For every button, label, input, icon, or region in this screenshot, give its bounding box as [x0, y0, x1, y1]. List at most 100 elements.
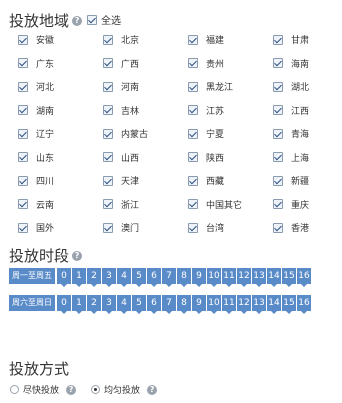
hour-cell[interactable]: 13 — [251, 295, 266, 314]
province-checkbox[interactable]: 广东 — [18, 57, 54, 70]
province-checkbox[interactable]: 福建 — [188, 33, 224, 46]
checkbox-icon[interactable] — [103, 222, 113, 233]
delivery-fast-option[interactable]: 尽快投放 ? — [10, 383, 77, 396]
province-checkbox[interactable]: 江苏 — [188, 104, 224, 117]
hour-cell[interactable]: 14 — [266, 268, 281, 287]
hour-cell[interactable]: 3 — [101, 295, 116, 314]
radio-selected-icon[interactable] — [91, 385, 100, 394]
checkbox-icon[interactable] — [188, 222, 198, 233]
hour-cell[interactable]: 12 — [236, 268, 251, 287]
delivery-even-option[interactable]: 均匀投放 ? — [91, 383, 158, 396]
checkbox-icon[interactable] — [18, 58, 28, 68]
checkbox-icon[interactable] — [273, 222, 283, 233]
province-checkbox[interactable]: 山东 — [18, 151, 54, 164]
checkbox-icon[interactable] — [18, 81, 28, 92]
checkbox-icon[interactable] — [273, 175, 283, 186]
checkbox-icon[interactable] — [18, 199, 28, 209]
hour-cell[interactable]: 11 — [221, 268, 236, 287]
hour-cell[interactable]: 4 — [116, 268, 131, 287]
checkbox-icon[interactable] — [103, 199, 113, 209]
select-all-checkbox[interactable]: 全选 — [87, 12, 121, 27]
province-checkbox[interactable]: 黑龙江 — [188, 80, 233, 93]
checkbox-icon[interactable] — [188, 81, 198, 92]
checkbox-icon[interactable] — [273, 199, 283, 209]
hour-cell[interactable]: 0 — [56, 295, 71, 314]
checkbox-icon[interactable] — [273, 128, 283, 139]
hour-cell[interactable]: 5 — [131, 295, 146, 314]
help-icon[interactable]: ? — [147, 384, 158, 395]
checkbox-icon[interactable] — [18, 222, 28, 233]
hour-cell[interactable]: 6 — [146, 268, 161, 287]
province-checkbox[interactable]: 甘肃 — [273, 33, 309, 46]
checkbox-icon[interactable] — [188, 152, 198, 162]
hour-cell[interactable]: 16 — [296, 268, 311, 287]
hour-cell[interactable]: 16 — [296, 295, 311, 314]
province-checkbox[interactable]: 重庆 — [273, 198, 309, 211]
province-checkbox[interactable]: 陕西 — [188, 151, 224, 164]
province-checkbox[interactable]: 湖北 — [273, 80, 309, 93]
checkbox-icon[interactable] — [103, 128, 113, 139]
hour-cell[interactable]: 8 — [176, 268, 191, 287]
radio-icon[interactable] — [10, 385, 19, 394]
checkbox-icon[interactable] — [18, 34, 28, 45]
weekend-label[interactable]: 周六至周日 — [9, 295, 56, 311]
hour-cell[interactable]: 15 — [281, 295, 296, 314]
checkbox-icon[interactable] — [18, 152, 28, 162]
province-checkbox[interactable]: 辽宁 — [18, 127, 54, 140]
checkbox-icon[interactable] — [103, 175, 113, 186]
checkbox-icon[interactable] — [188, 199, 198, 209]
checkbox-icon[interactable] — [273, 34, 283, 45]
help-icon[interactable]: ? — [72, 250, 83, 261]
province-checkbox[interactable]: 内蒙古 — [103, 127, 148, 140]
province-checkbox[interactable]: 新疆 — [273, 174, 309, 187]
province-checkbox[interactable]: 中国其它 — [188, 198, 242, 211]
checkbox-icon[interactable] — [18, 175, 28, 186]
hour-cell[interactable]: 14 — [266, 295, 281, 314]
hour-cell[interactable]: 11 — [221, 295, 236, 314]
province-checkbox[interactable]: 四川 — [18, 174, 54, 187]
province-checkbox[interactable]: 安徽 — [18, 33, 54, 46]
hour-cell[interactable]: 9 — [191, 268, 206, 287]
hour-cell[interactable]: 1 — [71, 268, 86, 287]
province-checkbox[interactable]: 澳门 — [103, 221, 139, 234]
province-checkbox[interactable]: 海南 — [273, 57, 309, 70]
hour-cell[interactable]: 0 — [56, 268, 71, 287]
checkbox-icon[interactable] — [188, 105, 198, 115]
checkbox-icon[interactable] — [273, 81, 283, 92]
hour-cell[interactable]: 8 — [176, 295, 191, 314]
hour-cell[interactable]: 3 — [101, 268, 116, 287]
hour-cell[interactable]: 5 — [131, 268, 146, 287]
help-icon[interactable]: ? — [72, 15, 83, 26]
hour-cell[interactable]: 9 — [191, 295, 206, 314]
province-checkbox[interactable]: 广西 — [103, 57, 139, 70]
province-checkbox[interactable]: 江西 — [273, 104, 309, 117]
checkbox-icon[interactable] — [273, 152, 283, 162]
province-checkbox[interactable]: 湖南 — [18, 104, 54, 117]
province-checkbox[interactable]: 山西 — [103, 151, 139, 164]
help-icon[interactable]: ? — [66, 384, 77, 395]
province-checkbox[interactable]: 贵州 — [188, 57, 224, 70]
checkbox-icon[interactable] — [188, 34, 198, 45]
hour-cell[interactable]: 2 — [86, 268, 101, 287]
province-checkbox[interactable]: 云南 — [18, 198, 54, 211]
checkbox-icon[interactable] — [273, 58, 283, 68]
checkbox-icon[interactable] — [103, 81, 113, 92]
province-checkbox[interactable]: 宁夏 — [188, 127, 224, 140]
province-checkbox[interactable]: 香港 — [273, 221, 309, 234]
hour-cell[interactable]: 13 — [251, 268, 266, 287]
province-checkbox[interactable]: 台湾 — [188, 221, 224, 234]
hour-cell[interactable]: 7 — [161, 268, 176, 287]
province-checkbox[interactable]: 青海 — [273, 127, 309, 140]
hour-cell[interactable]: 10 — [206, 268, 221, 287]
checkbox-icon[interactable] — [188, 128, 198, 139]
weekday-label[interactable]: 周一至周五 — [9, 268, 56, 284]
checkbox-icon[interactable] — [273, 105, 283, 115]
province-checkbox[interactable]: 浙江 — [103, 198, 139, 211]
province-checkbox[interactable]: 河北 — [18, 80, 54, 93]
checkbox-icon[interactable] — [18, 105, 28, 115]
hour-cell[interactable]: 6 — [146, 295, 161, 314]
checkbox-icon[interactable] — [87, 14, 97, 25]
checkbox-icon[interactable] — [103, 152, 113, 162]
province-checkbox[interactable]: 上海 — [273, 151, 309, 164]
province-checkbox[interactable]: 吉林 — [103, 104, 139, 117]
